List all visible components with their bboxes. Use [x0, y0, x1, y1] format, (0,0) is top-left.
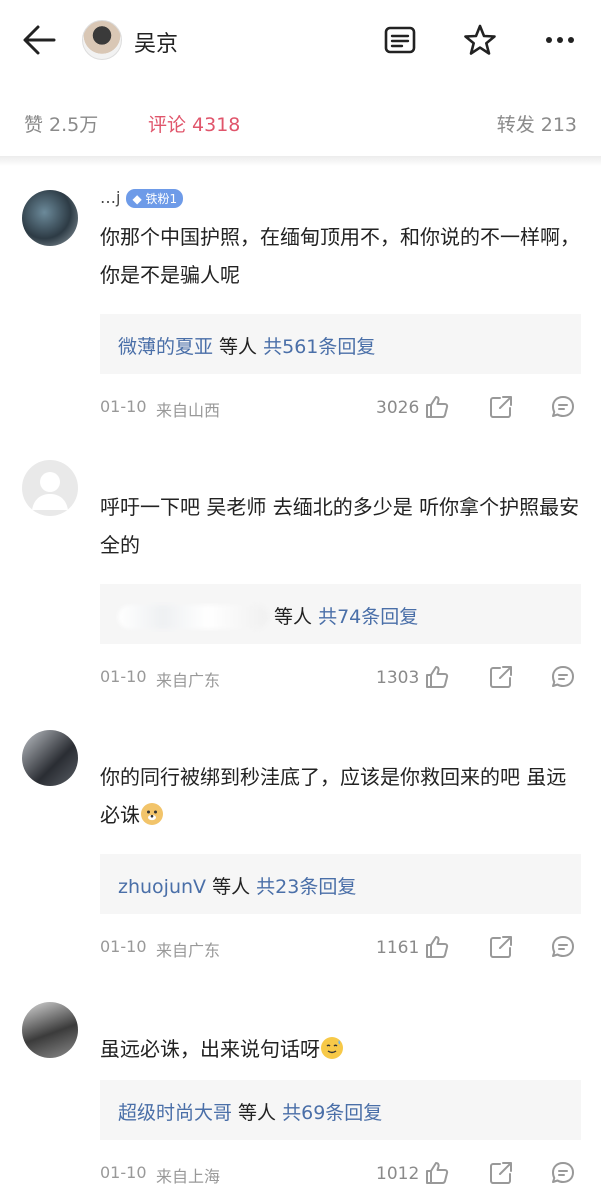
divider — [0, 156, 601, 166]
like-icon[interactable] — [424, 1160, 450, 1186]
comment-location: 来自上海 — [156, 1167, 221, 1186]
tab-comments[interactable]: 评论 4318 — [148, 110, 240, 137]
tab-reposts[interactable]: 转发 213 — [497, 110, 577, 137]
reply-users[interactable]: 微薄的夏亚 — [118, 336, 213, 358]
comment-text: 虽远必诛，出来说句话呀 — [100, 1030, 585, 1068]
comment-text: 呼吁一下吧 吴老师 去缅北的多少是 听你拿个护照最安全的 — [100, 495, 580, 557]
reply-summary[interactable]: zhuojunV 等人 共23条回复 — [100, 854, 581, 914]
comment-text: 你那个中国护照，在缅甸顶用不，和你说的不一样啊，你是不是骗人呢 — [100, 225, 580, 287]
commenter-avatar[interactable] — [22, 1002, 78, 1058]
comment-date: 01-10 — [100, 667, 147, 686]
like-count: 1161 — [376, 938, 420, 958]
like-count: 1012 — [376, 1164, 420, 1184]
page-title[interactable]: 吴京 — [134, 26, 178, 58]
stats-bar: 赞 2.5万 评论 4318 转发 213 — [0, 92, 601, 156]
share-icon[interactable] — [488, 1160, 514, 1186]
tab-likes[interactable]: 赞 2.5万 — [24, 110, 98, 137]
reply-summary[interactable]: 超级时尚大哥 等人 共69条回复 — [100, 1080, 581, 1140]
share-icon[interactable] — [488, 664, 514, 690]
reply-count[interactable]: 共74条回复 — [318, 606, 418, 628]
commenter-name[interactable]: …j ◆ 铁粉1 — [100, 188, 184, 208]
like-count: 1303 — [376, 668, 420, 688]
reply-count[interactable]: 共23条回复 — [256, 876, 356, 898]
comment-location: 来自广东 — [156, 941, 221, 960]
top-bar: 吴京 — [0, 0, 601, 80]
comment-date: 01-10 — [100, 937, 147, 956]
back-arrow-icon[interactable] — [20, 22, 60, 58]
like-icon[interactable] — [424, 664, 450, 690]
comment-location: 来自山西 — [156, 401, 221, 420]
reply-summary[interactable]: 微薄的夏亚 等人 共561条回复 — [100, 314, 581, 374]
star-icon[interactable] — [462, 22, 498, 58]
reply-count[interactable]: 共69条回复 — [282, 1102, 382, 1124]
comment-location: 来自广东 — [156, 671, 221, 690]
reply-users[interactable]: zhuojunV — [118, 876, 206, 898]
fan-badge: ◆ 铁粉1 — [126, 189, 184, 208]
comment-text: 你的同行被绑到秒洼底了，应该是你救回来的吧 虽远必诛 — [100, 765, 567, 827]
reply-icon[interactable] — [550, 394, 576, 420]
sweat-smile-emoji-icon — [321, 1037, 343, 1059]
like-icon[interactable] — [424, 934, 450, 960]
share-icon[interactable] — [488, 934, 514, 960]
reply-count[interactable]: 共561条回复 — [263, 336, 375, 358]
reply-users[interactable]: 超级时尚大哥 — [118, 1102, 232, 1124]
share-icon[interactable] — [488, 394, 514, 420]
commenter-avatar[interactable] — [22, 730, 78, 786]
more-icon[interactable] — [542, 22, 578, 58]
like-count: 3026 — [376, 398, 420, 418]
comment-date: 01-10 — [100, 397, 147, 416]
commenter-avatar[interactable] — [22, 190, 78, 246]
comment-date: 01-10 — [100, 1163, 147, 1182]
blurred-username — [118, 605, 268, 629]
author-avatar[interactable] — [82, 20, 122, 60]
reader-icon[interactable] — [382, 22, 418, 58]
reply-summary[interactable]: 等人 共74条回复 — [100, 584, 581, 644]
like-icon[interactable] — [424, 394, 450, 420]
default-avatar-icon — [32, 472, 68, 510]
doge-emoji-icon — [141, 803, 163, 825]
reply-icon[interactable] — [550, 664, 576, 690]
commenter-avatar[interactable] — [22, 460, 78, 516]
reply-icon[interactable] — [550, 1160, 576, 1186]
reply-icon[interactable] — [550, 934, 576, 960]
